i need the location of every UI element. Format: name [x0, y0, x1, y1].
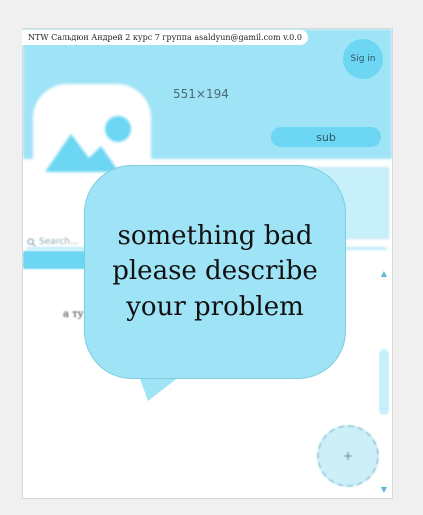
scroll-up-arrow-icon[interactable]: ▲: [379, 269, 389, 279]
scrollbar-thumb[interactable]: [379, 349, 389, 415]
sign-in-button[interactable]: Sig in: [343, 39, 383, 79]
search-icon: [27, 237, 36, 247]
list-item[interactable]: a ту: [63, 309, 84, 320]
sub-button-label: sub: [316, 130, 336, 144]
image-size-label: 551×194: [173, 87, 229, 101]
search-input[interactable]: Search...: [39, 237, 79, 247]
error-message-line-3: your problem: [126, 291, 304, 322]
add-button[interactable]: +: [317, 425, 379, 487]
error-speech-bubble: something bad please describe your probl…: [84, 165, 346, 379]
sign-in-label: Sig in: [350, 54, 376, 64]
error-message-line-2: please describe: [112, 256, 318, 287]
sub-button[interactable]: sub: [271, 127, 381, 147]
scroll-down-arrow-icon[interactable]: ▼: [379, 485, 389, 495]
window-title: NTW Сальдюн Андрей 2 курс 7 группа asald…: [22, 30, 308, 45]
add-button-label: +: [342, 449, 354, 463]
error-message-line-1: something bad: [117, 220, 313, 251]
